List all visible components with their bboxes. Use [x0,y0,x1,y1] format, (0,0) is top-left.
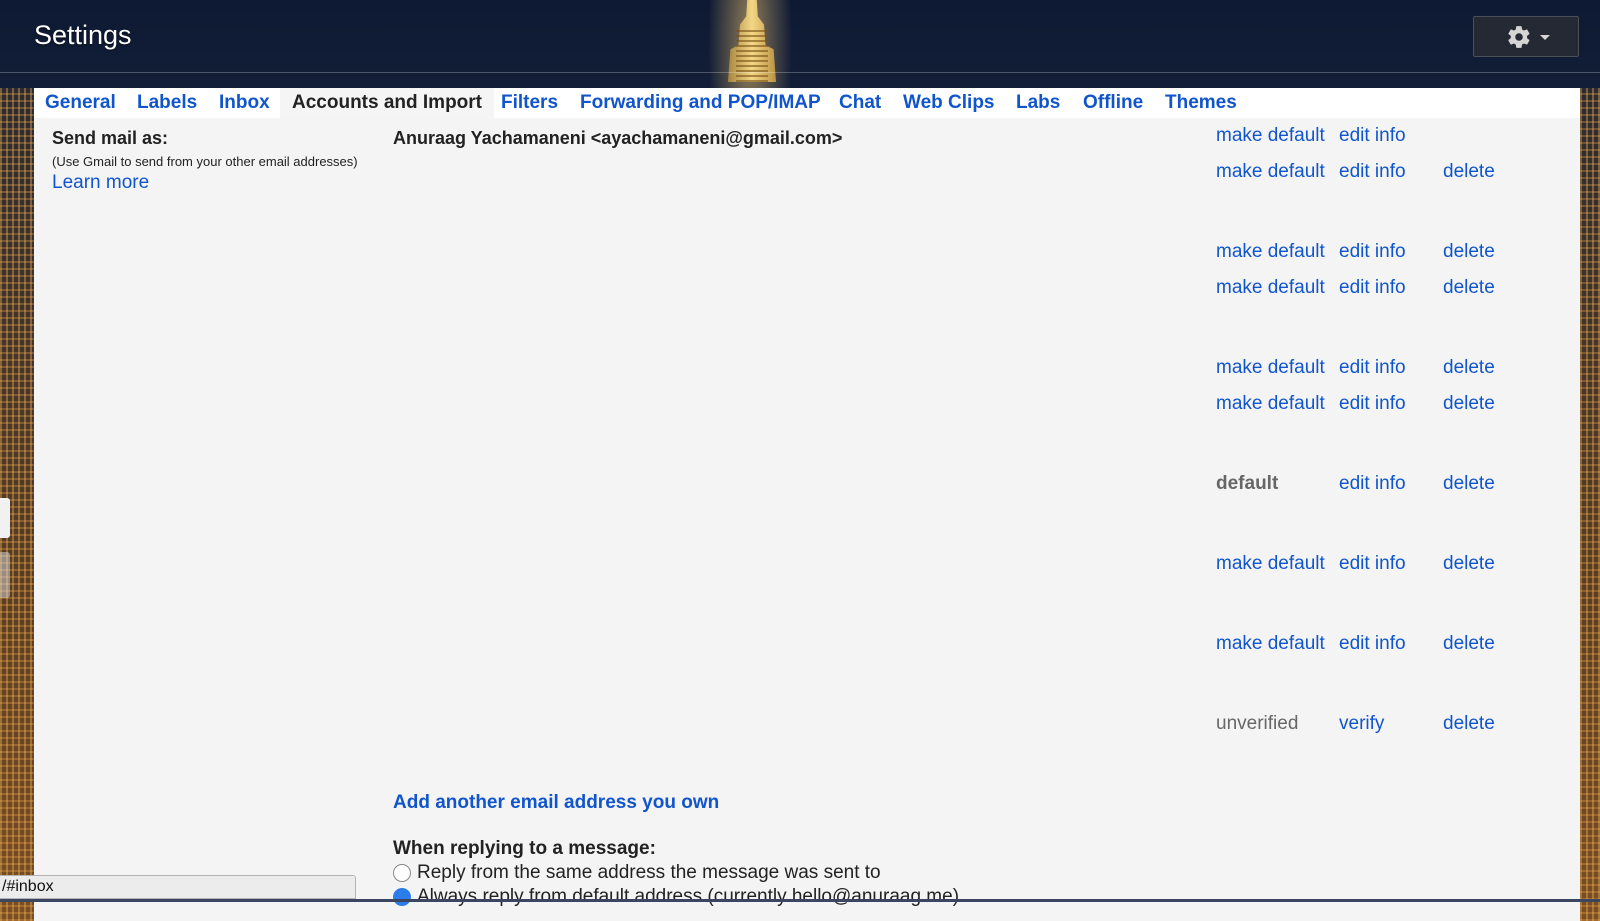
edit-info-link[interactable]: edit info [1339,277,1406,299]
delete-link[interactable]: delete [1443,277,1495,299]
make-default-link[interactable]: make default [1216,125,1325,147]
edit-info-link[interactable]: edit info [1339,125,1406,147]
tab-labels[interactable]: Labels [137,88,197,118]
delete-link[interactable]: delete [1443,241,1495,263]
tab-labs[interactable]: Labs [1016,88,1060,118]
send-as-row: make default edit info delete [1216,241,1576,267]
reply-option-default-address[interactable]: Always reply from default address (curre… [393,886,959,910]
make-default-link[interactable]: make default [1216,633,1325,655]
settings-tabs: General Labels Inbox Accounts and Import… [34,88,1580,118]
delete-link[interactable]: delete [1443,633,1495,655]
send-as-row: default edit info delete [1216,473,1576,499]
reply-setting-heading: When replying to a message: [393,838,656,859]
send-mail-as-help: (Use Gmail to send from your other email… [52,154,358,169]
unverified-status-label: unverified [1216,713,1299,734]
edit-info-link[interactable]: edit info [1339,393,1406,415]
tab-inbox[interactable]: Inbox [219,88,270,118]
edit-info-link[interactable]: edit info [1339,473,1406,495]
side-panel-handle-secondary[interactable] [0,552,10,598]
chevron-down-icon [1540,35,1550,40]
header: Settings [0,0,1600,73]
delete-link[interactable]: delete [1443,393,1495,415]
make-default-link[interactable]: make default [1216,393,1325,415]
reply-option-label: Always reply from default address (curre… [417,886,960,907]
side-panel-handle[interactable] [0,498,10,538]
make-default-link[interactable]: make default [1216,241,1325,263]
edit-info-link[interactable]: edit info [1339,633,1406,655]
make-default-link[interactable]: make default [1216,161,1325,183]
make-default-link[interactable]: make default [1216,357,1325,379]
gear-icon [1508,26,1530,48]
make-default-link[interactable]: make default [1216,277,1325,299]
reply-option-label: Reply from the same address the message … [417,862,881,883]
send-as-row: make default edit info delete [1216,277,1576,303]
settings-content: Send mail as: (Use Gmail to send from yo… [34,118,1580,921]
send-as-row: make default edit info delete [1216,161,1576,187]
primary-identity: Anuraag Yachamaneni <ayachamaneni@gmail.… [393,128,843,148]
tab-accounts-and-import[interactable]: Accounts and Import [280,88,495,118]
default-status-label: default [1216,473,1279,494]
background-city-right [1580,88,1600,921]
delete-link[interactable]: delete [1443,473,1495,495]
add-email-address-link[interactable]: Add another email address you own [393,792,719,814]
tab-forwarding-pop-imap[interactable]: Forwarding and POP/IMAP [580,88,821,118]
make-default-link[interactable]: make default [1216,553,1325,575]
tab-offline[interactable]: Offline [1083,88,1143,118]
tab-filters[interactable]: Filters [501,88,558,118]
edit-info-link[interactable]: edit info [1339,241,1406,263]
send-as-row: unverified verify delete [1216,713,1576,739]
radio-button-checked[interactable] [393,888,411,906]
send-mail-as-label: Send mail as: [52,128,169,148]
delete-link[interactable]: delete [1443,553,1495,575]
bottom-divider [0,899,1600,902]
status-bar-url: /#inbox [0,875,356,899]
send-as-row: make default edit info delete [1216,633,1576,659]
send-as-row: make default edit info [1216,125,1576,151]
tab-web-clips[interactable]: Web Clips [903,88,995,118]
tab-themes[interactable]: Themes [1165,88,1237,118]
edit-info-link[interactable]: edit info [1339,553,1406,575]
edit-info-link[interactable]: edit info [1339,161,1406,183]
delete-link[interactable]: delete [1443,161,1495,183]
page-title: Settings [34,20,132,50]
radio-button[interactable] [393,864,411,882]
send-as-row: make default edit info delete [1216,357,1576,383]
verify-link[interactable]: verify [1339,713,1384,735]
reply-option-same-address[interactable]: Reply from the same address the message … [393,862,881,886]
settings-gear-button[interactable] [1473,16,1579,57]
learn-more-link[interactable]: Learn more [52,172,149,194]
edit-info-link[interactable]: edit info [1339,357,1406,379]
tab-chat[interactable]: Chat [839,88,881,118]
send-as-row: make default edit info delete [1216,393,1576,419]
tab-general[interactable]: General [45,88,116,118]
send-as-row: make default edit info delete [1216,553,1576,579]
delete-link[interactable]: delete [1443,713,1495,735]
delete-link[interactable]: delete [1443,357,1495,379]
